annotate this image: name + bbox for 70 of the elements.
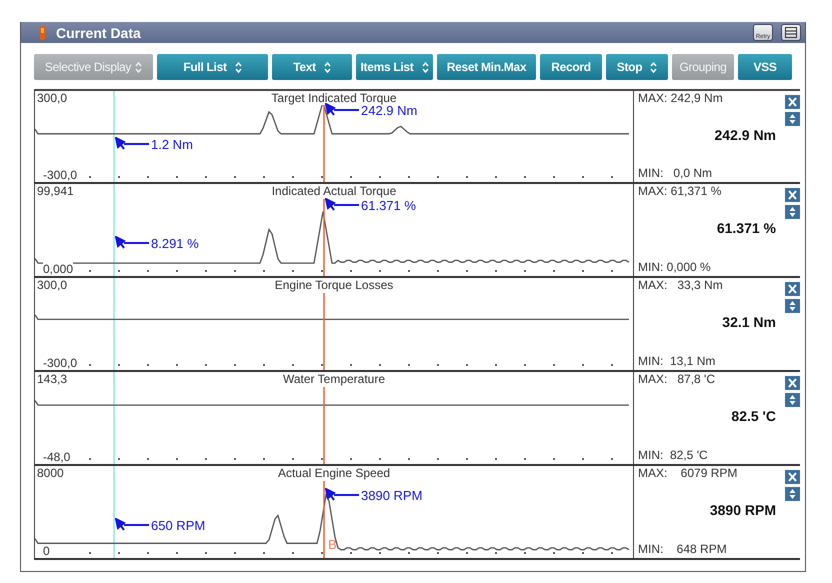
chart-title: Target Indicated Torque xyxy=(269,91,399,105)
close-button[interactable] xyxy=(785,470,800,484)
chart-title: Water Temperature xyxy=(280,372,388,386)
cursor-line[interactable] xyxy=(323,199,325,276)
min-value: MIN: 13,1 Nm xyxy=(638,354,716,368)
max-value: MAX: 6079 RPM xyxy=(638,466,738,480)
close-button[interactable] xyxy=(785,188,800,202)
max-value: MAX: 242,9 Nm xyxy=(638,91,723,105)
chart-title: Engine Torque Losses xyxy=(272,278,396,292)
chart-title: Indicated Actual Torque xyxy=(270,184,398,198)
close-button[interactable] xyxy=(785,282,800,296)
toolbar-button[interactable]: Reset Min.Max xyxy=(437,54,536,80)
axis-label: 300,0 xyxy=(37,278,68,292)
leader-arrow xyxy=(115,518,149,532)
reorder-button[interactable] xyxy=(785,112,800,126)
axis-label: 143,3 xyxy=(37,372,68,386)
reorder-button[interactable] xyxy=(785,205,800,219)
axis-label: 8000 xyxy=(37,466,64,480)
reorder-button[interactable] xyxy=(785,299,800,313)
min-value: MIN: 82,5 'C xyxy=(638,448,708,462)
leader-arrow xyxy=(115,236,149,250)
caret-icon xyxy=(234,62,242,72)
axis-label: -300,0 xyxy=(43,168,78,182)
axis-label: 0,000 xyxy=(43,262,74,276)
cursor-reading: 8.291 % xyxy=(151,236,199,251)
menu-icon xyxy=(785,27,797,38)
min-value: MIN: 0,000 % xyxy=(638,260,711,274)
current-value: 3890 RPM xyxy=(710,502,776,518)
leader-arrow xyxy=(325,198,359,212)
axis-label: -48,0 xyxy=(43,450,70,464)
close-button[interactable] xyxy=(785,376,800,390)
close-button[interactable] xyxy=(785,95,800,109)
min-value: MIN: 648 RPM xyxy=(638,542,727,556)
caret-icon xyxy=(324,62,331,72)
cursor-reading: 650 RPM xyxy=(151,518,206,533)
axis-label: 0 xyxy=(43,544,50,558)
cursor-reading: 3890 RPM xyxy=(361,488,422,503)
min-value: MIN: 0,0 Nm xyxy=(638,166,712,180)
cursor-reading: 242.9 Nm xyxy=(361,103,418,118)
max-value: MAX: 33,3 Nm xyxy=(638,278,723,292)
current-value: 32.1 Nm xyxy=(722,314,776,330)
cursor-reading: 61.371 % xyxy=(361,198,416,213)
max-value: MAX: 87,8 'C xyxy=(638,372,715,386)
chart-title: Actual Engine Speed xyxy=(276,466,392,480)
toolbar-button[interactable]: Text xyxy=(272,54,352,80)
window-title: Current Data xyxy=(56,24,142,40)
reorder-button[interactable] xyxy=(785,487,800,501)
current-value: 61.371 % xyxy=(716,220,776,236)
caret-icon xyxy=(135,62,142,72)
current-value: 242.9 Nm xyxy=(714,127,776,143)
toolbar-button[interactable]: Full List xyxy=(157,54,268,80)
axis-label: 300,0 xyxy=(37,91,68,105)
cursor-marker: B xyxy=(328,537,337,552)
cursor-reading: 1.2 Nm xyxy=(151,137,193,152)
leader-arrow xyxy=(115,137,149,151)
axis-label: 99,941 xyxy=(37,184,74,198)
toolbar-button[interactable]: Stop xyxy=(606,54,668,80)
axis-label: -300,0 xyxy=(43,356,78,370)
caret-icon xyxy=(422,62,429,72)
max-value: MAX: 61,371 % xyxy=(638,184,722,198)
menu-button[interactable] xyxy=(781,24,801,41)
cursor-line[interactable] xyxy=(323,481,325,558)
caret-icon xyxy=(650,62,658,72)
leader-arrow xyxy=(325,103,359,117)
toolbar-button[interactable]: Record xyxy=(540,54,602,80)
reorder-button[interactable] xyxy=(785,393,800,407)
leader-arrow xyxy=(325,488,359,502)
toolbar-button[interactable]: VSS xyxy=(738,54,792,80)
toolbar-button[interactable]: Items List xyxy=(356,54,433,80)
current-value: 82.5 'C xyxy=(731,408,776,424)
